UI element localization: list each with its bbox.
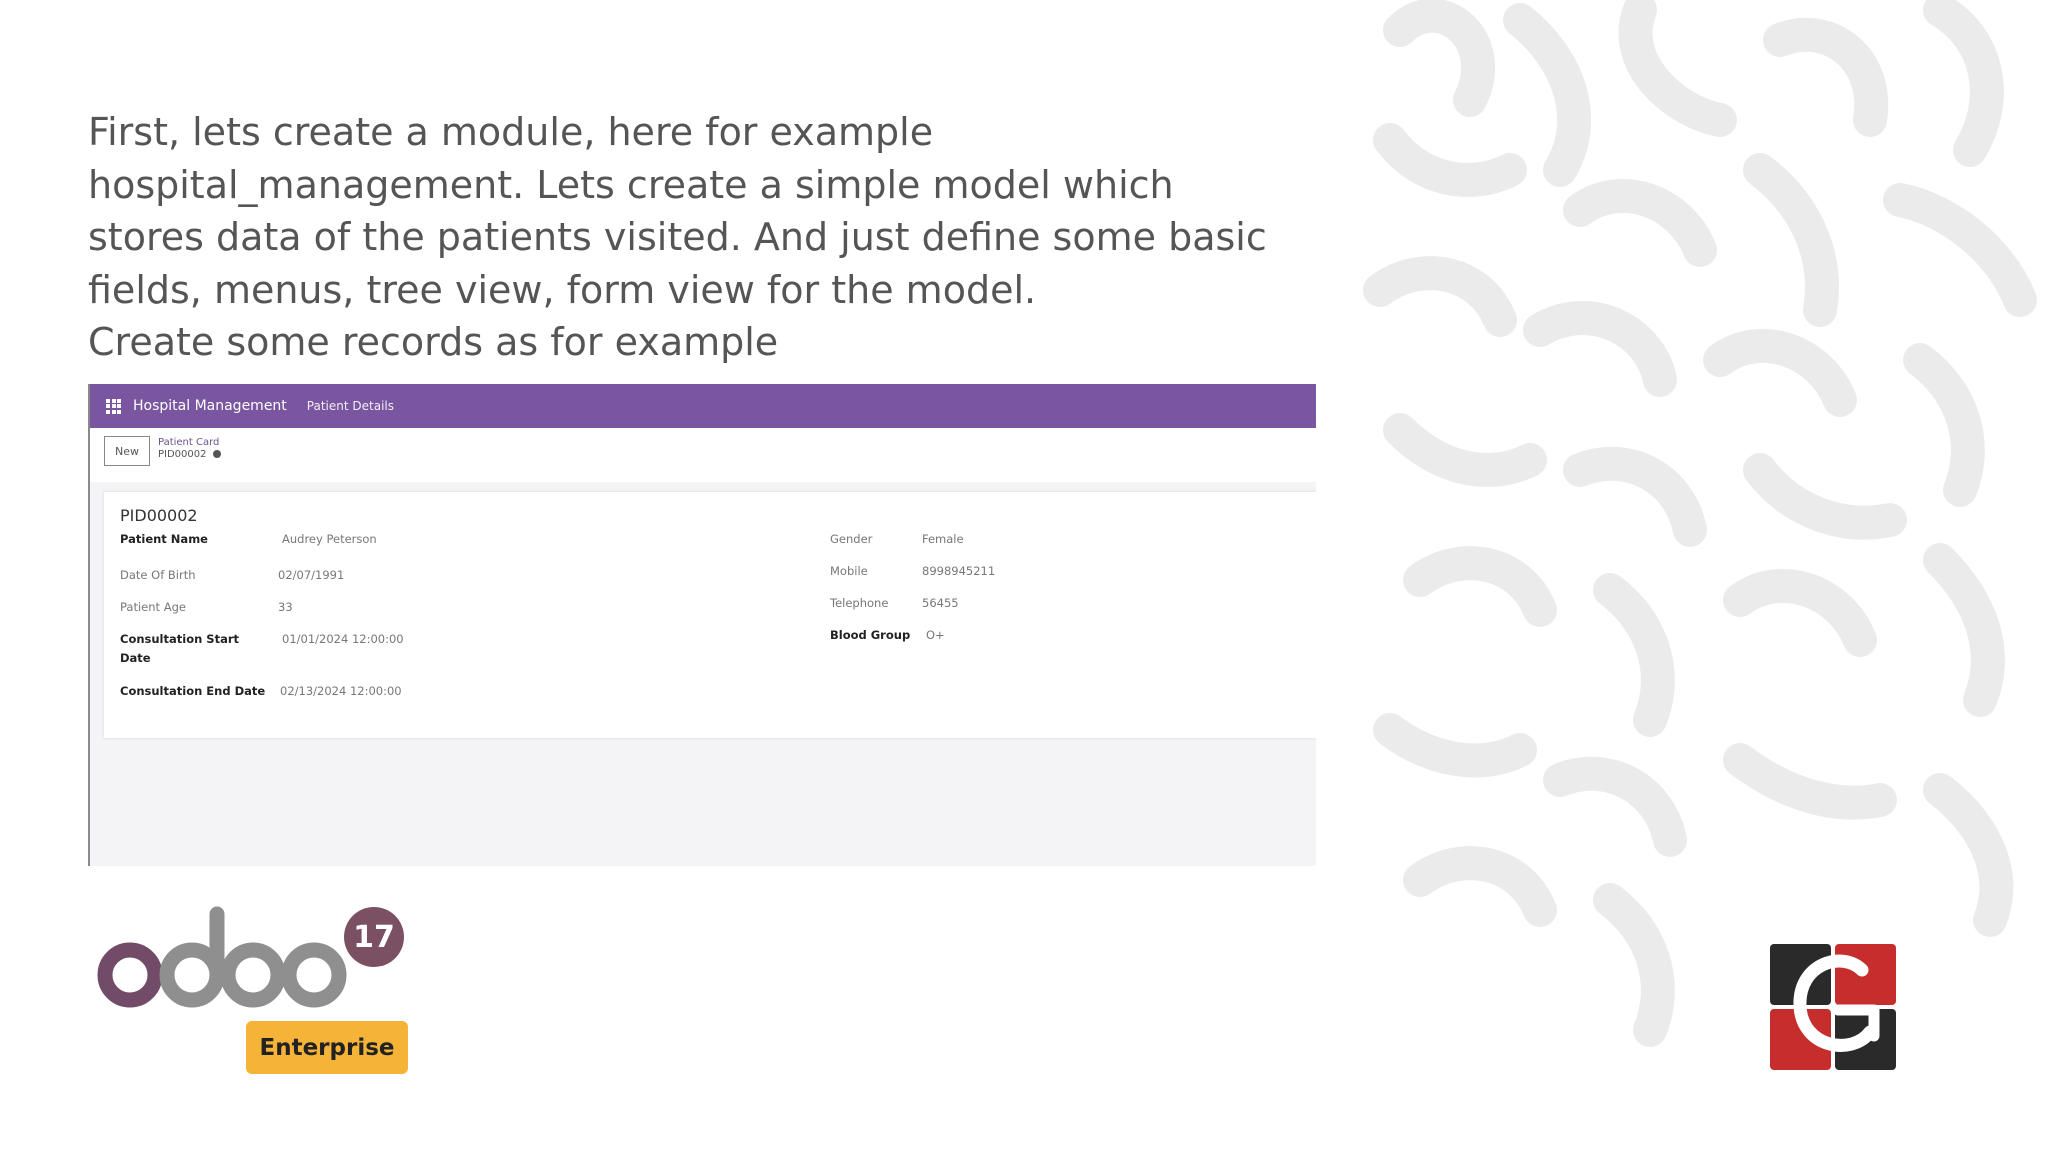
field-value[interactable]: Female bbox=[922, 530, 964, 549]
odoo-form-screenshot: Hospital Management Patient Details New … bbox=[88, 384, 1316, 866]
app-name[interactable]: Hospital Management bbox=[133, 398, 287, 414]
intro-paragraph: First, lets create a module, here for ex… bbox=[88, 106, 1288, 369]
field-label: Blood Group bbox=[830, 628, 911, 642]
field-value[interactable]: 01/01/2024 12:00:00 bbox=[282, 630, 404, 649]
odoo-logo: odoo bbox=[97, 906, 347, 1008]
intro-line: fields, menus, tree view, form view for … bbox=[88, 267, 1037, 312]
field-value[interactable]: 02/13/2024 12:00:00 bbox=[280, 682, 402, 701]
field-label: Consultation End Date bbox=[120, 684, 266, 698]
intro-line: hospital_management. Lets create a simpl… bbox=[88, 162, 1174, 207]
breadcrumb: Patient Card PID00002 bbox=[158, 437, 221, 461]
gear-icon[interactable] bbox=[212, 450, 221, 458]
odoo-navbar: Hospital Management Patient Details bbox=[90, 384, 1316, 428]
control-panel: New Patient Card PID00002 bbox=[90, 428, 1316, 482]
field-label: Patient Name bbox=[120, 532, 208, 546]
field-value[interactable]: 33 bbox=[278, 598, 293, 617]
breadcrumb-record: PID00002 bbox=[158, 449, 207, 460]
intro-line: stores data of the patients visited. And… bbox=[88, 215, 1267, 259]
record-title: PID00002 bbox=[120, 506, 198, 525]
breadcrumb-parent[interactable]: Patient Card bbox=[158, 437, 221, 449]
field-value[interactable]: 02/07/1991 bbox=[278, 566, 344, 585]
intro-line: First, lets create a module, here for ex… bbox=[88, 110, 934, 154]
new-button[interactable]: New bbox=[104, 436, 150, 466]
enterprise-badge: Enterprise bbox=[246, 1021, 408, 1074]
apps-grid-icon[interactable] bbox=[106, 398, 121, 414]
field-value[interactable]: O+ bbox=[926, 626, 945, 645]
menu-patient-details[interactable]: Patient Details bbox=[307, 399, 394, 413]
version-badge: 17 bbox=[344, 907, 404, 967]
field-value[interactable]: Audrey Peterson bbox=[282, 530, 377, 549]
field-value[interactable]: 8998945211 bbox=[922, 562, 995, 581]
field-label: Date Of Birth bbox=[120, 568, 196, 582]
company-logo: C bbox=[1770, 944, 1896, 1070]
field-value[interactable]: 56455 bbox=[922, 594, 959, 613]
field-label: Patient Age bbox=[120, 600, 186, 614]
decorative-squiggle-pattern bbox=[1363, 0, 2037, 1047]
intro-line: Create some records as for example bbox=[88, 320, 779, 364]
form-sheet: PID00002 Patient Name Audrey Peterson Da… bbox=[104, 492, 1316, 738]
field-label: Consultation Start Date bbox=[120, 632, 239, 665]
